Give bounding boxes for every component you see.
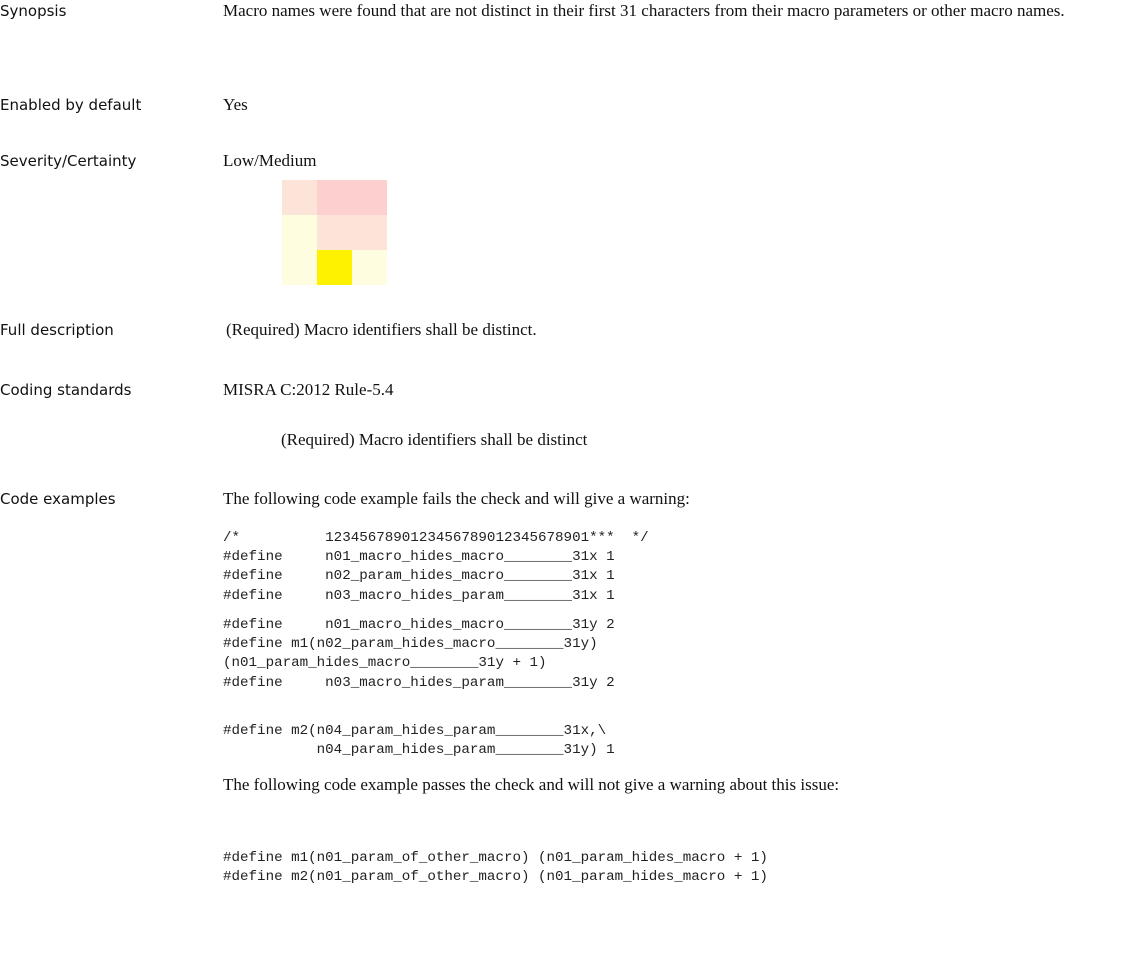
- code-examples-label: Code examples: [0, 490, 116, 508]
- matrix-cell-r1c3: [352, 180, 387, 215]
- severity-certainty-label: Severity/Certainty: [0, 152, 137, 170]
- fail-code-block-1: /* 1234567890123456789012345678901*** */…: [223, 530, 649, 604]
- matrix-cell-r3c2-selected: [317, 250, 352, 285]
- coding-standard-description: (Required) Macro identifiers shall be di…: [281, 430, 588, 449]
- matrix-cell-r3c3: [352, 250, 387, 285]
- coding-standard-name: MISRA C:2012 Rule-5.4: [223, 380, 394, 399]
- matrix-cell-r1c2: [317, 180, 352, 215]
- fail-code-block-2: #define n01_macro_hides_macro________31y…: [223, 617, 615, 691]
- matrix-cell-r2c2: [317, 215, 352, 250]
- synopsis-label: Synopsis: [0, 2, 67, 20]
- enabled-by-default-value: Yes: [223, 95, 248, 114]
- severity-certainty-matrix: [282, 180, 387, 285]
- full-description-label: Full description: [0, 321, 114, 339]
- pass-example-intro: The following code example passes the ch…: [223, 775, 840, 794]
- enabled-by-default-label: Enabled by default: [0, 96, 142, 114]
- matrix-cell-r2c1: [282, 215, 317, 250]
- fail-code-block-3: #define m2(n04_param_hides_param________…: [223, 723, 615, 759]
- coding-standards-label: Coding standards: [0, 381, 132, 399]
- synopsis-text: Macro names were found that are not dist…: [223, 1, 1065, 20]
- matrix-cell-r2c3: [352, 215, 387, 250]
- pass-code-block: #define m1(n01_param_of_other_macro) (n0…: [223, 850, 768, 886]
- full-description-text: (Required) Macro identifiers shall be di…: [226, 320, 537, 339]
- matrix-cell-r1c1: [282, 180, 317, 215]
- fail-example-intro: The following code example fails the che…: [223, 489, 690, 508]
- matrix-cell-r3c1: [282, 250, 317, 285]
- severity-certainty-value: Low/Medium: [223, 151, 317, 170]
